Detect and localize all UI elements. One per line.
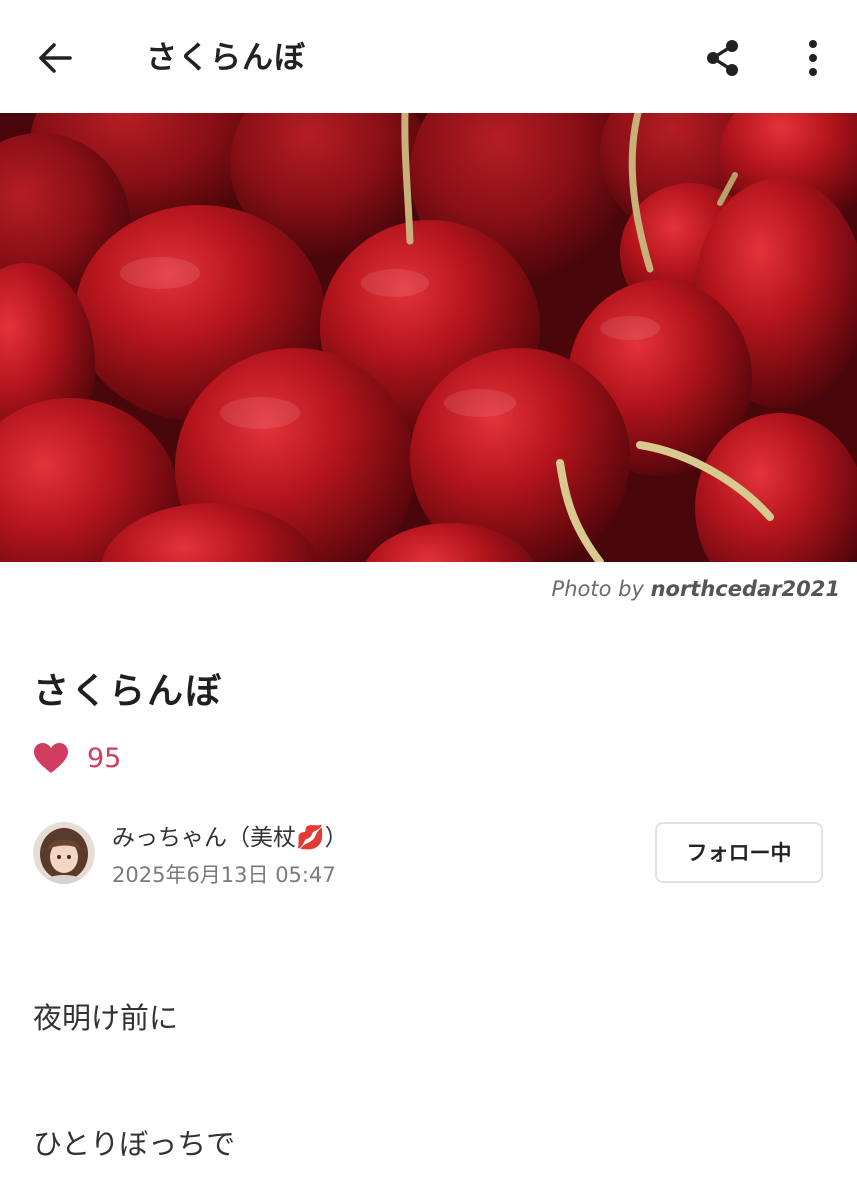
post-title: さくらんぼ [33, 671, 224, 712]
share-icon [707, 40, 738, 76]
heart-icon [34, 743, 68, 773]
avatar-image [33, 822, 95, 884]
photo-credit-author: northcedar2021 [650, 577, 840, 601]
photo-credit-prefix: Photo by [551, 577, 644, 601]
author-avatar[interactable] [33, 822, 95, 884]
photo-credit[interactable]: Photo by northcedar2021 [552, 574, 840, 604]
top-app-bar: さくらんぼ [0, 0, 857, 113]
author-name[interactable]: みっちゃん（美杖💋） [112, 822, 348, 854]
arrow-left-icon [39, 43, 72, 73]
more-options-button[interactable] [796, 36, 830, 80]
cherries-image [0, 113, 857, 562]
post-date: 2025年6月13日 05:47 [112, 863, 336, 887]
back-button[interactable] [34, 38, 78, 78]
body-line-2: ひとりぼっちで [33, 1127, 236, 1161]
more-vertical-icon [809, 40, 817, 76]
like-count: 95 [87, 743, 122, 774]
cover-photo [0, 113, 857, 562]
body-line-1: 夜明け前に [33, 1001, 179, 1035]
following-button[interactable]: フォロー中 [655, 822, 823, 883]
share-button[interactable] [702, 36, 744, 80]
page-title: さくらんぼ [146, 40, 306, 76]
